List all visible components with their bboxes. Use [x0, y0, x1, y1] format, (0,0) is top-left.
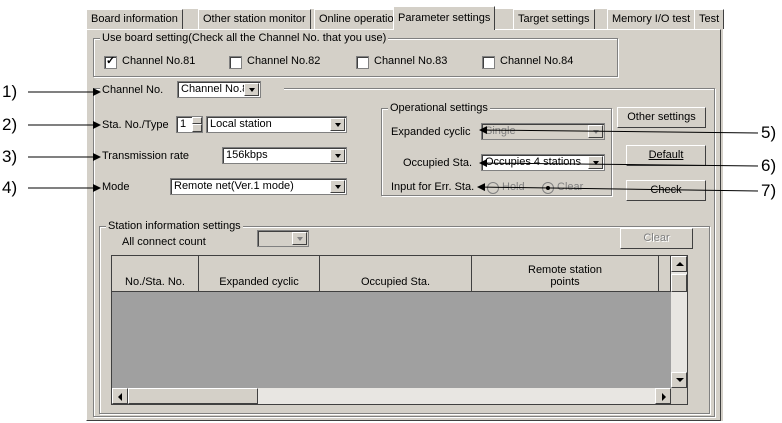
- callout-3: 3): [2, 147, 18, 166]
- callout-2: 2): [2, 115, 18, 134]
- callout-6: 6): [761, 156, 777, 175]
- tab-parameter-settings[interactable]: Parameter settings: [393, 6, 496, 30]
- callout-4: 4): [2, 178, 18, 197]
- callout-1: 1): [2, 82, 18, 101]
- callout-7: 7): [761, 181, 777, 200]
- callout-lines: [28, 88, 759, 192]
- callout-5: 5): [761, 123, 777, 142]
